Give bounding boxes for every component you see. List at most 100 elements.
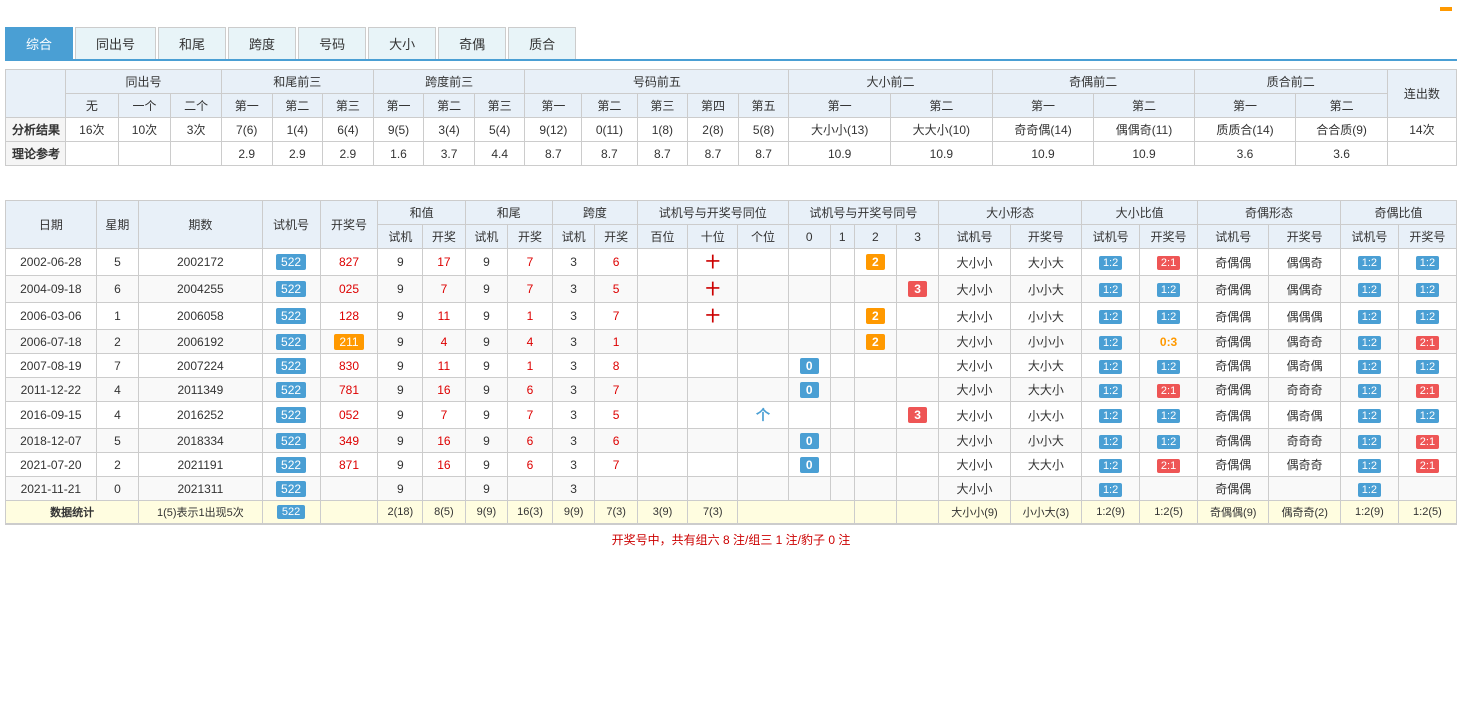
table-row: 2006-07-18 2 2006192 522 211 9 4 9 4 3 1… xyxy=(6,330,1457,354)
cell-period: 2018334 xyxy=(139,429,262,453)
cell-same1 xyxy=(830,354,854,378)
cell-size-t: 大小小 xyxy=(939,303,1010,330)
table-row: 2002-06-28 5 2002172 522 827 9 17 9 7 3 … xyxy=(6,249,1457,276)
h-同位: 试机号与开奖号同位 xyxy=(637,201,788,225)
cell-pos100 xyxy=(637,249,687,276)
cell-span-p xyxy=(595,477,638,501)
cell-odd-p: 奇奇奇 xyxy=(1269,429,1340,453)
cell-tail-t: 9 xyxy=(465,303,508,330)
analysis-table: 同出号 和尾前三 跨度前三 号码前五 大小前二 奇偶前二 质合前二 连出数 无 … xyxy=(5,69,1457,166)
cell-date: 2011-12-22 xyxy=(6,378,97,402)
cell-pos10 xyxy=(688,429,738,453)
sub-号码第四: 第四 xyxy=(688,94,739,118)
cell-ratio-p: 0:3 xyxy=(1140,330,1198,354)
cell-ratio-t: 1:2 xyxy=(1082,453,1140,477)
cell-same0: 0 xyxy=(788,453,830,477)
r-质合2: 合合质(9) xyxy=(1296,118,1387,142)
cell-odd-ratio-t: 1:2 xyxy=(1340,354,1398,378)
tab-号码[interactable]: 号码 xyxy=(298,27,366,59)
cell-same3 xyxy=(896,303,938,330)
cell-span-t: 3 xyxy=(552,429,595,453)
cell-same0 xyxy=(788,276,830,303)
stats-c5: 16(3) xyxy=(508,501,553,524)
cell-size-t: 大小小 xyxy=(939,477,1010,501)
cell-pos10: 十 xyxy=(688,249,738,276)
t-和尾1: 2.9 xyxy=(221,142,272,166)
cell-same3: 3 xyxy=(896,276,938,303)
cell-size-t: 大小小 xyxy=(939,378,1010,402)
cell-pos1: 个 xyxy=(738,402,788,429)
cell-odd-t: 奇偶偶 xyxy=(1198,276,1269,303)
cell-pos1 xyxy=(738,330,788,354)
cell-sum-t: 9 xyxy=(378,429,423,453)
cell-ratio-p: 1:2 xyxy=(1140,402,1198,429)
sub-跨度第一: 第一 xyxy=(373,94,424,118)
cell-same1 xyxy=(830,249,854,276)
stats-note: 1(5)表示1出现5次 xyxy=(139,501,262,524)
cell-date: 2018-12-07 xyxy=(6,429,97,453)
cell-odd-ratio-t: 1:2 xyxy=(1340,303,1398,330)
cell-same2: 2 xyxy=(854,249,896,276)
tab-综合[interactable]: 综合 xyxy=(5,27,73,59)
cell-ratio-t: 1:2 xyxy=(1082,402,1140,429)
cell-sum-p: 7 xyxy=(423,276,466,303)
tab-跨度[interactable]: 跨度 xyxy=(228,27,296,59)
cell-same2 xyxy=(854,477,896,501)
cell-period: 2004255 xyxy=(139,276,262,303)
cell-trial: 522 xyxy=(262,303,320,330)
cell-odd-t: 奇偶偶 xyxy=(1198,249,1269,276)
cell-sum-p: 17 xyxy=(423,249,466,276)
sub-号码第三: 第三 xyxy=(637,94,688,118)
stats-odd-ratio-t: 1:2(9) xyxy=(1340,501,1398,524)
cell-odd-ratio-t: 1:2 xyxy=(1340,330,1398,354)
cell-same2 xyxy=(854,453,896,477)
cell-size-p: 小小大 xyxy=(1010,303,1081,330)
cell-sum-t: 9 xyxy=(378,378,423,402)
h-奇偶形态: 奇偶形态 xyxy=(1198,201,1341,225)
tabs-container: 综合 同出号 和尾 跨度 号码 大小 奇偶 质合 xyxy=(5,27,1457,61)
cell-same3 xyxy=(896,429,938,453)
tab-大小[interactable]: 大小 xyxy=(368,27,436,59)
cell-prize: 827 xyxy=(320,249,378,276)
t-奇偶2: 10.9 xyxy=(1094,142,1194,166)
tab-质合[interactable]: 质合 xyxy=(508,27,576,59)
tab-和尾[interactable]: 和尾 xyxy=(158,27,226,59)
cell-same1 xyxy=(830,330,854,354)
cell-odd-ratio-t: 1:2 xyxy=(1340,453,1398,477)
stats-odd-ratio-p: 1:2(5) xyxy=(1398,501,1456,524)
cell-same0 xyxy=(788,303,830,330)
h-和尾试机: 试机 xyxy=(465,225,508,249)
table-row: 2018-12-07 5 2018334 522 349 9 16 9 6 3 … xyxy=(6,429,1457,453)
cell-size-p: 小小大 xyxy=(1010,276,1081,303)
cell-prize: 052 xyxy=(320,402,378,429)
h-大小开奖: 开奖号 xyxy=(1010,225,1081,249)
h-星期: 星期 xyxy=(96,201,139,249)
cell-pos1 xyxy=(738,303,788,330)
cell-sum-t: 9 xyxy=(378,453,423,477)
cell-ratio-t: 1:2 xyxy=(1082,429,1140,453)
cell-odd-t: 奇偶偶 xyxy=(1198,330,1269,354)
cell-sum-t: 9 xyxy=(378,330,423,354)
cell-pos1 xyxy=(738,354,788,378)
cell-ratio-t: 1:2 xyxy=(1082,477,1140,501)
cell-date: 2004-09-18 xyxy=(6,276,97,303)
cell-same2: 2 xyxy=(854,303,896,330)
t-号码2: 8.7 xyxy=(582,142,637,166)
stats-c9: 7(3) xyxy=(688,501,738,524)
table-row: 2004-09-18 6 2004255 522 025 9 7 9 7 3 5… xyxy=(6,276,1457,303)
cell-sum-p: 4 xyxy=(423,330,466,354)
footer-note: 开奖号中，共有组六 8 注/组三 1 注/豹子 0 注 xyxy=(5,524,1457,554)
t-二个 xyxy=(171,142,222,166)
cell-pos10 xyxy=(688,477,738,501)
cell-tail-p: 7 xyxy=(508,276,553,303)
tab-同出号[interactable]: 同出号 xyxy=(75,27,156,59)
cell-ratio-p xyxy=(1140,477,1198,501)
sub-一个: 一个 xyxy=(118,94,171,118)
cell-odd-p: 偶偶偶 xyxy=(1269,303,1340,330)
sub-质合第二: 第二 xyxy=(1296,94,1387,118)
t-号码1: 8.7 xyxy=(525,142,582,166)
r-号码5: 5(8) xyxy=(738,118,789,142)
tab-奇偶[interactable]: 奇偶 xyxy=(438,27,506,59)
cell-tail-p: 6 xyxy=(508,453,553,477)
cell-pos100 xyxy=(637,453,687,477)
